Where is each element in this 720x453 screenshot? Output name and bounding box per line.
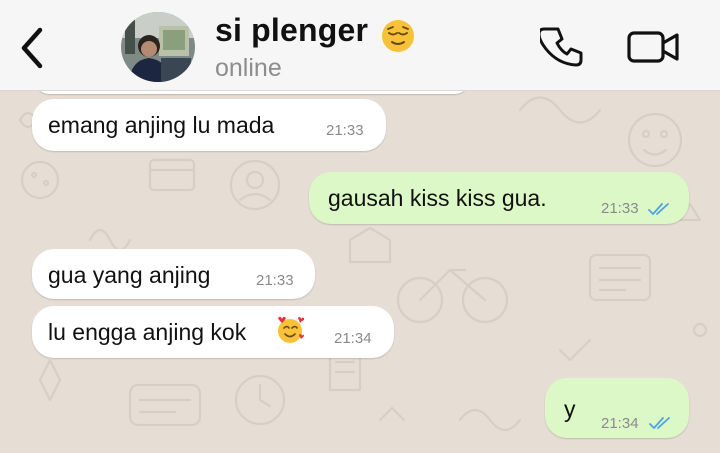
message-bubble-outgoing[interactable]: y 21:34 bbox=[545, 378, 689, 438]
message-bubble-incoming[interactable]: lu engga anjing kok 21:34 bbox=[32, 306, 394, 358]
message-bubble-outgoing[interactable]: gausah kiss kiss gua. 21:33 bbox=[309, 172, 689, 224]
video-call-button[interactable] bbox=[626, 28, 682, 66]
message-text: lu engga anjing kok bbox=[48, 319, 247, 345]
avatar-photo bbox=[121, 12, 195, 82]
message-bubble-incoming[interactable]: emang anjing lu mada 21:33 bbox=[32, 99, 386, 151]
message-time: 21:33 bbox=[326, 122, 364, 139]
contact-avatar[interactable] bbox=[121, 12, 195, 82]
message-time: 21:34 bbox=[601, 415, 639, 432]
relieved-face-icon bbox=[382, 20, 414, 52]
message-bubble-incoming[interactable]: gua yang anjing 21:33 bbox=[32, 249, 315, 299]
read-receipt-icon bbox=[648, 203, 669, 215]
message-text: emang anjing lu mada bbox=[48, 112, 275, 138]
message-time: 21:33 bbox=[256, 272, 294, 289]
message-time: 21:34 bbox=[334, 330, 372, 347]
chat-header: si plenger online bbox=[0, 0, 720, 91]
message-text: gausah kiss kiss gua. bbox=[328, 185, 547, 211]
back-button[interactable] bbox=[14, 26, 54, 70]
read-receipt-icon bbox=[649, 417, 670, 429]
contact-status: online bbox=[215, 54, 282, 82]
message-text: gua yang anjing bbox=[48, 262, 211, 288]
chevron-left-icon bbox=[21, 27, 43, 69]
phone-icon bbox=[537, 27, 583, 67]
video-camera-icon bbox=[627, 31, 679, 63]
contact-name[interactable]: si plenger bbox=[215, 12, 368, 49]
voice-call-button[interactable] bbox=[537, 24, 586, 70]
message-time: 21:33 bbox=[601, 200, 639, 217]
smiling-face-with-hearts-icon bbox=[278, 316, 304, 343]
message-text: y bbox=[564, 396, 576, 422]
